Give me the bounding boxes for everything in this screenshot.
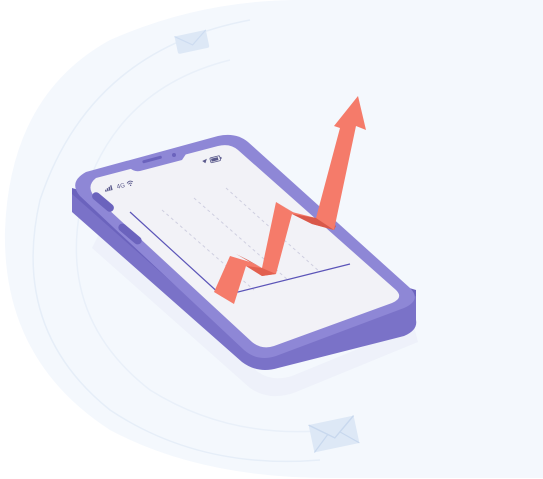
- front-camera: [172, 153, 176, 157]
- illustration-stage: 4G: [0, 0, 543, 479]
- growth-phone-illustration: 4G: [4, 0, 543, 478]
